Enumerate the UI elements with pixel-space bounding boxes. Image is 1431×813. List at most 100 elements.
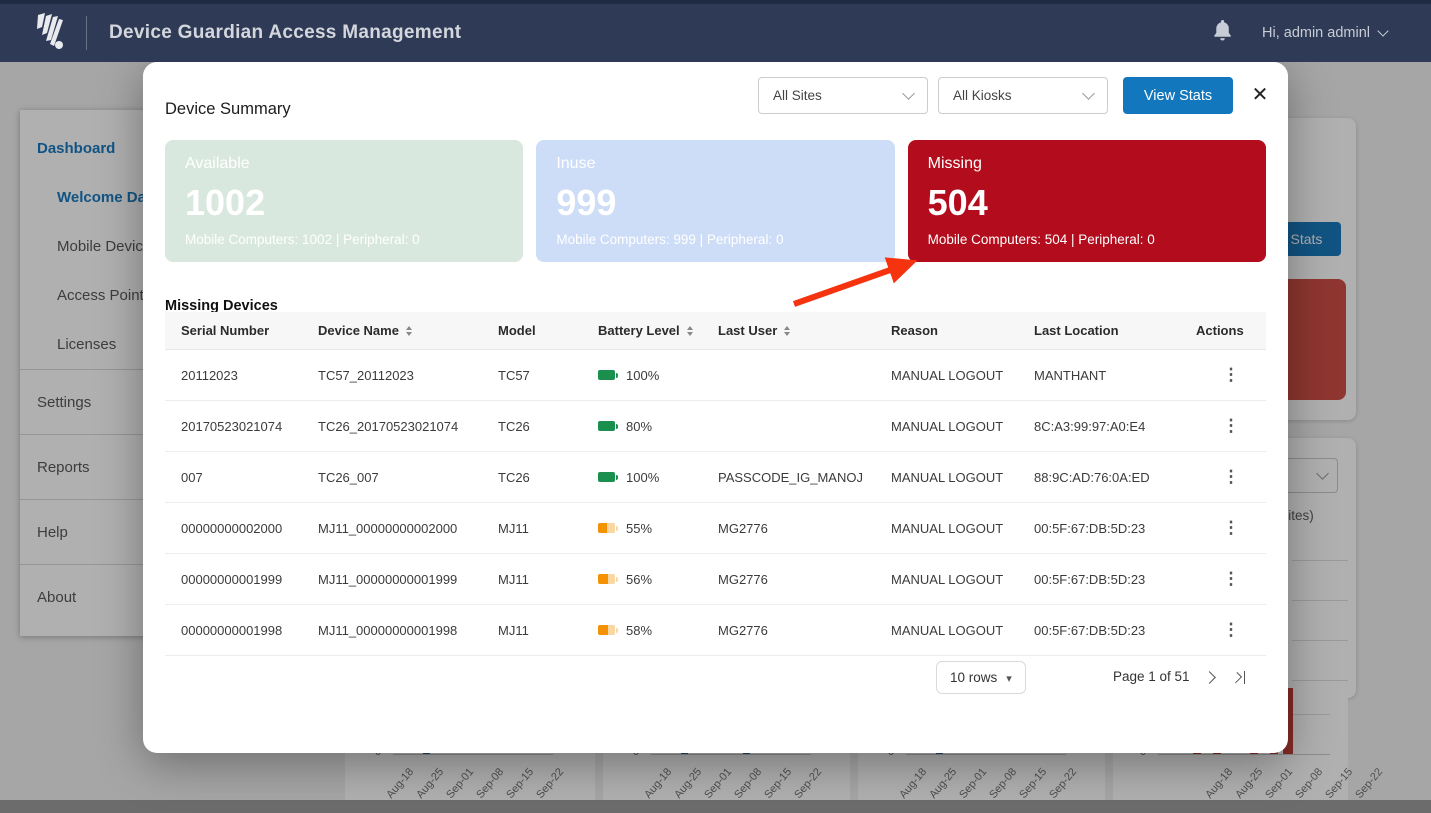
col-device-name-label: Device Name (318, 323, 399, 338)
inuse-card[interactable]: Inuse 999 Mobile Computers: 999 | Periph… (536, 140, 894, 262)
col-serial-number: Serial Number (181, 323, 318, 338)
topbar-divider (86, 16, 87, 50)
app-root: Dashboard Welcome Das Mobile Device Acce… (0, 0, 1431, 813)
cell-serial: 00000000001999 (181, 572, 318, 587)
cell-battery: 56% (598, 572, 718, 587)
row-actions-kebab-icon[interactable] (1196, 467, 1266, 487)
inuse-card-detail: Mobile Computers: 999 | Peripheral: 0 (556, 232, 874, 247)
sort-icon[interactable] (406, 326, 412, 336)
cell-device-name: MJ11_00000000001998 (318, 623, 498, 638)
missing-card-label: Missing (928, 155, 1246, 173)
cell-device-name: TC26_20170523021074 (318, 419, 498, 434)
table-footer: 10 rows Page 1 of 51 (165, 656, 1266, 698)
inuse-card-label: Inuse (556, 155, 874, 173)
cell-model: MJ11 (498, 521, 598, 536)
col-last-user[interactable]: Last User (718, 323, 891, 338)
cell-last-location: 8C:A3:99:97:A0:E4 (1034, 419, 1196, 434)
cell-device-name: TC26_007 (318, 470, 498, 485)
table-row: 20112023 TC57_20112023 TC57 100% MANUAL … (165, 350, 1266, 401)
notification-bell-icon[interactable] (1213, 20, 1232, 46)
missing-card-count: 504 (928, 185, 1246, 221)
battery-icon (598, 574, 615, 584)
chevron-right-icon (1231, 671, 1242, 682)
cell-model: TC26 (498, 419, 598, 434)
battery-icon (598, 472, 615, 482)
row-actions-kebab-icon[interactable] (1196, 620, 1266, 640)
cell-battery: 100% (598, 470, 718, 485)
chevron-down-icon (1082, 87, 1095, 100)
cell-model: MJ11 (498, 623, 598, 638)
available-card-label: Available (185, 155, 503, 173)
sort-icon[interactable] (687, 326, 693, 336)
battery-icon (598, 370, 615, 380)
cell-last-location: MANTHANT (1034, 368, 1196, 383)
row-actions-kebab-icon[interactable] (1196, 518, 1266, 538)
cell-reason: MANUAL LOGOUT (891, 419, 1034, 434)
user-menu[interactable]: Hi, admin adminl (1262, 25, 1387, 41)
view-stats-button[interactable]: View Stats (1123, 77, 1233, 114)
available-card-count: 1002 (185, 185, 503, 221)
battery-icon (598, 421, 615, 431)
page-info-label: Page 1 of 51 (1113, 669, 1190, 684)
battery-percent: 100% (626, 470, 659, 485)
app-title: Device Guardian Access Management (109, 22, 461, 44)
cell-battery: 55% (598, 521, 718, 536)
cell-last-location: 00:5F:67:DB:5D:23 (1034, 572, 1196, 587)
cell-reason: MANUAL LOGOUT (891, 623, 1034, 638)
battery-percent: 55% (626, 521, 652, 536)
battery-percent: 100% (626, 368, 659, 383)
next-page-button[interactable] (1197, 665, 1221, 689)
table-row: 00000000001998 MJ11_00000000001998 MJ11 … (165, 605, 1266, 656)
sort-icon[interactable] (784, 326, 790, 336)
table-row: 007 TC26_007 TC26 100% PASSCODE_IG_MANOJ… (165, 452, 1266, 503)
rows-per-page-value: 10 rows (950, 670, 997, 685)
cell-last-user: MG2776 (718, 521, 891, 536)
top-bar: Device Guardian Access Management Hi, ad… (0, 0, 1431, 62)
sites-filter-select[interactable]: All Sites (758, 77, 928, 114)
col-model: Model (498, 323, 598, 338)
device-summary-modal: Device Summary All Sites All Kiosks View… (143, 62, 1288, 753)
cell-last-user: MG2776 (718, 623, 891, 638)
row-actions-kebab-icon[interactable] (1196, 569, 1266, 589)
col-reason: Reason (891, 323, 1034, 338)
battery-percent: 58% (626, 623, 652, 638)
kiosks-filter-value: All Kiosks (953, 88, 1012, 103)
cell-reason: MANUAL LOGOUT (891, 521, 1034, 536)
cell-serial: 00000000002000 (181, 521, 318, 536)
available-card[interactable]: Available 1002 Mobile Computers: 1002 | … (165, 140, 523, 262)
last-page-button[interactable] (1227, 665, 1251, 689)
user-greeting-label: Hi, admin adminl (1262, 25, 1370, 41)
cell-battery: 100% (598, 368, 718, 383)
cell-serial: 007 (181, 470, 318, 485)
missing-card[interactable]: Missing 504 Mobile Computers: 504 | Peri… (908, 140, 1266, 262)
missing-card-detail: Mobile Computers: 504 | Peripheral: 0 (928, 232, 1246, 247)
cell-serial: 20170523021074 (181, 419, 318, 434)
kiosks-filter-select[interactable]: All Kiosks (938, 77, 1108, 114)
zebra-logo-icon (28, 13, 74, 53)
cell-last-location: 00:5F:67:DB:5D:23 (1034, 521, 1196, 536)
modal-title: Device Summary (165, 100, 291, 119)
row-actions-kebab-icon[interactable] (1196, 416, 1266, 436)
cell-device-name: TC57_20112023 (318, 368, 498, 383)
inuse-card-count: 999 (556, 185, 874, 221)
chevron-down-icon (902, 87, 915, 100)
col-last-user-label: Last User (718, 323, 777, 338)
cell-device-name: MJ11_00000000002000 (318, 521, 498, 536)
cell-reason: MANUAL LOGOUT (891, 470, 1034, 485)
table-header-row: Serial Number Device Name Model Battery … (165, 312, 1266, 350)
cell-model: MJ11 (498, 572, 598, 587)
row-actions-kebab-icon[interactable] (1196, 365, 1266, 385)
cell-battery: 58% (598, 623, 718, 638)
cell-last-user: MG2776 (718, 572, 891, 587)
sites-filter-value: All Sites (773, 88, 822, 103)
col-device-name[interactable]: Device Name (318, 323, 498, 338)
col-actions: Actions (1196, 323, 1266, 338)
cell-reason: MANUAL LOGOUT (891, 572, 1034, 587)
cell-serial: 20112023 (181, 368, 318, 383)
battery-icon (598, 523, 615, 533)
close-icon[interactable] (1246, 80, 1274, 108)
col-battery-level[interactable]: Battery Level (598, 323, 718, 338)
rows-per-page-select[interactable]: 10 rows (936, 661, 1026, 694)
topbar-right: Hi, admin adminl (1213, 20, 1387, 46)
cell-model: TC57 (498, 368, 598, 383)
